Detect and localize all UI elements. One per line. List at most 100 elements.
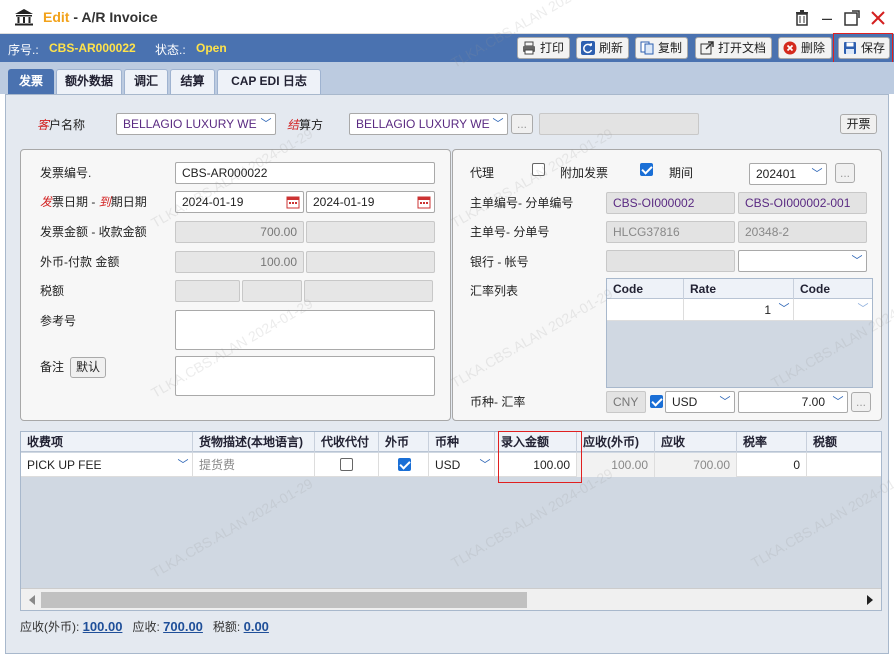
status-label: 状态.:	[155, 43, 186, 57]
col-goods-desc: 货物描述(本地语言)	[193, 432, 315, 452]
col-tax-rate: 税率	[737, 432, 807, 452]
close-icon[interactable]	[869, 9, 887, 27]
ar-fx-total-label: 应收(外币):	[20, 620, 80, 634]
remark-textarea[interactable]	[175, 356, 435, 396]
rate-cell-rate[interactable]: 1 ﹀	[684, 299, 794, 321]
ar-total-label: 应收:	[132, 620, 160, 634]
tab-settlement[interactable]: 结算	[170, 69, 215, 94]
foreign-checkbox[interactable]	[398, 458, 411, 471]
collect-checkbox[interactable]	[340, 458, 353, 471]
ar-total-value[interactable]: 700.00	[163, 619, 203, 634]
refresh-icon	[581, 41, 595, 55]
rate-cell-code[interactable]	[607, 299, 684, 321]
bank-account-label: 银行 - 帐号	[470, 255, 529, 269]
base-currency-field: CNY	[606, 391, 646, 413]
period-select[interactable]: 202401 ﹀	[749, 163, 827, 185]
charge-item-cell[interactable]: PICK UP FEE ﹀	[21, 453, 193, 477]
col-collect: 代收代付	[315, 432, 379, 452]
goods-desc-cell[interactable]: 提货费	[193, 453, 315, 477]
collect-cell[interactable]	[315, 453, 379, 477]
scroll-right-arrow[interactable]	[867, 595, 873, 605]
due-date-input[interactable]: 2024-01-19	[306, 191, 435, 213]
rate-cell-code2[interactable]: ﹀	[794, 299, 872, 321]
ar-fx-cell: 100.00	[577, 453, 655, 477]
invoice-form: 客户名称 BELLAGIO LUXURY WE ﹀ 结算方 BELLAGIO LU…	[5, 94, 889, 654]
settle-party-lookup-button[interactable]: ...	[511, 114, 533, 134]
agent-checkbox[interactable]	[532, 163, 545, 176]
tax-rate-cell[interactable]: 0	[737, 453, 807, 477]
maximize-icon[interactable]	[843, 9, 861, 27]
rate-list-label: 汇率列表	[470, 284, 519, 298]
currency-select[interactable]: USD ﹀	[665, 391, 735, 413]
calendar-icon[interactable]	[417, 195, 431, 209]
minimize-button[interactable]: –	[818, 9, 836, 27]
period-lookup-button[interactable]: ...	[835, 163, 855, 183]
settle-party-select[interactable]: BELLAGIO LUXURY WE ﹀	[349, 113, 508, 135]
tab-exchange-adjust[interactable]: 调汇	[124, 69, 168, 94]
foreign-cell[interactable]	[379, 453, 429, 477]
col-foreign: 外币	[379, 432, 429, 452]
chevron-down-icon: ﹀	[857, 303, 869, 315]
col-tax: 税额	[813, 435, 838, 449]
delete-button[interactable]: 删除	[778, 37, 832, 59]
refresh-button[interactable]: 刷新	[576, 37, 629, 59]
tax-total-label: 税额:	[212, 620, 241, 634]
charge-row[interactable]: PICK UP FEE ﹀ 提货费 USD ﹀ 100.00 100.00 700.…	[21, 453, 881, 477]
col-currency: 币种	[429, 432, 495, 452]
invoice-no-input[interactable]: CBS-AR000022	[175, 162, 435, 184]
period-checkbox[interactable]	[640, 163, 653, 176]
chevron-down-icon: ﹀	[492, 118, 504, 130]
scrollbar-thumb[interactable]	[41, 592, 527, 608]
ar-cell: 700.00	[655, 453, 737, 477]
save-highlight-box	[833, 33, 893, 65]
tax-field-3	[304, 280, 433, 302]
edit-mode-label: Edit	[43, 9, 70, 25]
chevron-down-icon: ﹀	[778, 303, 790, 315]
calendar-icon[interactable]	[286, 195, 300, 209]
chevron-down-icon: ﹀	[719, 396, 731, 408]
print-button[interactable]: 打印	[517, 37, 570, 59]
currency-cell[interactable]: USD ﹀	[429, 453, 495, 477]
reference-no-textarea[interactable]	[175, 310, 435, 350]
issue-invoice-button[interactable]: 开票	[840, 114, 877, 134]
settle-party-extra-field	[539, 113, 699, 135]
tax-field-1	[175, 280, 240, 302]
col-charge-item: 收费项	[21, 432, 193, 452]
invoice-details-panel: 发票编号. CBS-AR000022 发票日期 - 到期日期 2024-01-1…	[20, 149, 451, 421]
default-remark-button[interactable]: 默认	[70, 357, 106, 378]
chevron-down-icon: ﹀	[832, 396, 844, 408]
totals-footer: 应收(外币): 100.00 应收: 700.00 税额: 0.00	[20, 618, 269, 635]
tab-cap-edi-log[interactable]: CAP EDI 日志	[217, 69, 321, 94]
reference-no-label: 参考号	[40, 314, 77, 328]
tab-extra-data[interactable]: 额外数据	[56, 69, 122, 94]
rate-row[interactable]: 1 ﹀ ﹀	[607, 299, 872, 321]
seq-value: CBS-AR000022	[49, 41, 136, 55]
open-document-button[interactable]: 打开文档	[695, 37, 772, 59]
fx-payment-label: 外币-付款 金额	[40, 255, 120, 269]
customer-name-select[interactable]: BELLAGIO LUXURY WE ﹀	[116, 113, 276, 135]
window-title-text: A/R Invoice	[81, 9, 158, 25]
copy-button[interactable]: 复制	[635, 37, 688, 59]
rate-col-code2: Code	[800, 282, 830, 296]
horizontal-scrollbar[interactable]	[21, 588, 881, 610]
tab-invoice[interactable]: 发票	[8, 69, 54, 94]
exchange-rate-input[interactable]: 7.00 ﹀	[738, 391, 848, 413]
bank-field	[606, 250, 735, 272]
chevron-down-icon: ﹀	[177, 459, 189, 471]
customer-name-label: 客户名称	[37, 118, 86, 132]
col-ar: 应收	[655, 432, 737, 452]
currency-checkbox[interactable]	[650, 395, 663, 408]
period-label: 期间	[669, 166, 694, 180]
chevron-down-icon: ﹀	[811, 168, 823, 180]
ar-fx-total-value[interactable]: 100.00	[83, 619, 123, 634]
invoice-amount-field: 700.00	[175, 221, 304, 243]
master-bl-field: HLCG37816	[606, 221, 735, 243]
trash-icon[interactable]	[793, 9, 811, 27]
window-titlebar: Edit - A/R Invoice –	[0, 0, 894, 34]
tax-total-value[interactable]: 0.00	[244, 619, 269, 634]
account-select[interactable]: ﹀	[738, 250, 867, 272]
sub-no-field: CBS-OI000002-001	[738, 192, 867, 214]
exchange-rate-lookup-button[interactable]: ...	[851, 392, 871, 412]
invoice-date-input[interactable]: 2024-01-19	[175, 191, 304, 213]
scroll-left-arrow[interactable]	[29, 595, 35, 605]
